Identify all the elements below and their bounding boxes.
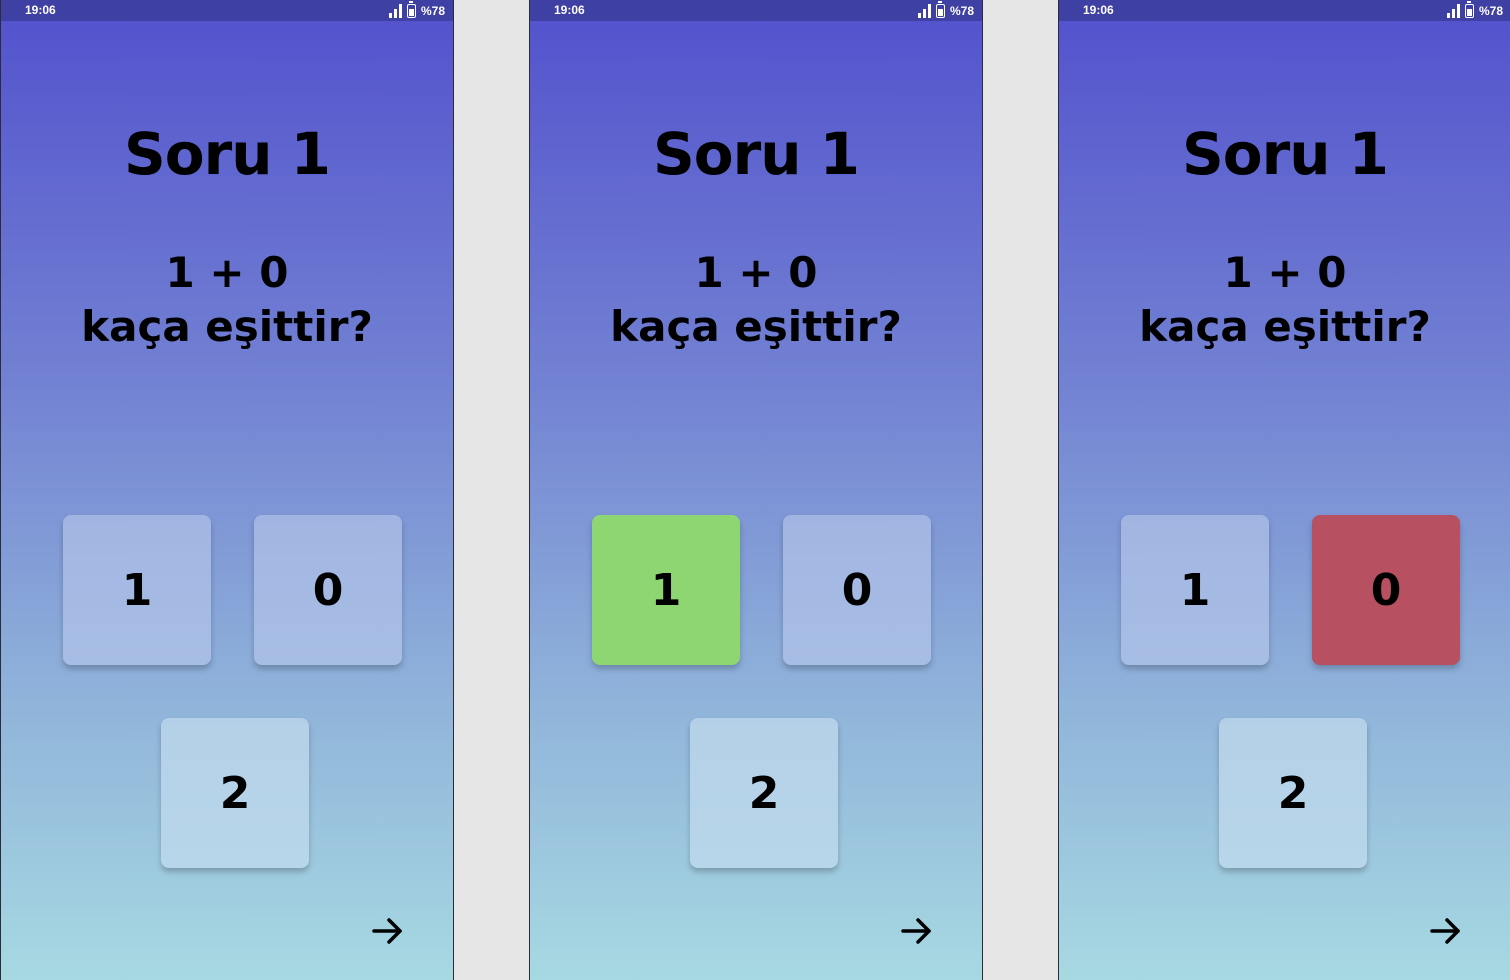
status-time: 19:06 <box>25 3 56 17</box>
status-indicators: %78 <box>917 1 974 18</box>
status-indicators: %78 <box>1446 1 1503 18</box>
question-equation: 1 + 0 <box>694 248 818 297</box>
question-equation: 1 + 0 <box>1223 248 1347 297</box>
question-prompt: kaça eşittir? <box>610 302 902 351</box>
phone-screen-correct: 19:06 %78 Soru 1 1 + 0 kaça eşittir? 1 0… <box>529 0 983 980</box>
phone-screen-wrong: 19:06 %78 Soru 1 1 + 0 kaça eşittir? 1 0… <box>1058 0 1510 980</box>
status-time: 19:06 <box>554 3 585 17</box>
answer-button[interactable]: 2 <box>161 718 309 868</box>
signal-icon <box>917 4 931 18</box>
status-bar: 19:06 %78 <box>1059 0 1510 21</box>
answer-button[interactable]: 2 <box>1219 718 1367 868</box>
question-equation: 1 + 0 <box>165 248 289 297</box>
battery-icon <box>935 1 945 18</box>
arrow-right-icon[interactable] <box>1429 914 1463 948</box>
signal-icon <box>1446 4 1460 18</box>
answer-button[interactable]: 1 <box>1121 515 1269 665</box>
status-bar: 19:06 %78 <box>530 0 982 21</box>
question-title: Soru 1 <box>1181 120 1389 188</box>
arrow-right-icon[interactable] <box>900 914 934 948</box>
signal-icon <box>388 4 402 18</box>
answer-button[interactable]: 0 <box>254 515 402 665</box>
answer-button[interactable]: 2 <box>690 718 838 868</box>
status-bar: 19:06 %78 <box>1 0 453 21</box>
battery-level: %78 <box>1478 4 1503 18</box>
phone-screen-default: 19:06 %78 Soru 1 1 + 0 kaça eşittir? 1 0… <box>0 0 454 980</box>
question-title: Soru 1 <box>123 120 331 188</box>
answer-button[interactable]: 1 <box>592 515 740 665</box>
answer-button[interactable]: 0 <box>1312 515 1460 665</box>
battery-level: %78 <box>420 4 445 18</box>
question-prompt: kaça eşittir? <box>81 302 373 351</box>
answer-button[interactable]: 0 <box>783 515 931 665</box>
arrow-right-icon[interactable] <box>371 914 405 948</box>
battery-icon <box>1464 1 1474 18</box>
question-prompt: kaça eşittir? <box>1139 302 1431 351</box>
answer-button[interactable]: 1 <box>63 515 211 665</box>
battery-level: %78 <box>949 4 974 18</box>
battery-icon <box>406 1 416 18</box>
status-time: 19:06 <box>1083 3 1114 17</box>
status-indicators: %78 <box>388 1 445 18</box>
question-title: Soru 1 <box>652 120 860 188</box>
